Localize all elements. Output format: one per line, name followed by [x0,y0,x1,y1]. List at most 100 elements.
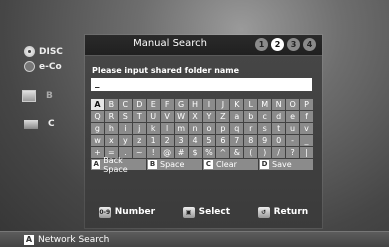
keyboard-key[interactable]: Q [91,111,104,122]
keyboard-key[interactable]: u [286,123,300,134]
save-button[interactable]: D Save [259,159,313,170]
keyboard-key[interactable]: g [91,123,104,134]
keyboard-key[interactable]: I [202,99,216,110]
keyboard-key[interactable]: b [244,111,258,122]
back-space-button[interactable]: A Back Space [91,156,146,174]
keyboard-key[interactable]: S [118,111,132,122]
keyboard-key[interactable]: x [104,135,118,146]
dialog-title: Manual Search [133,38,207,49]
keyboard-key[interactable]: B [104,99,118,110]
keyboard-key[interactable]: v [300,123,313,134]
keyboard-key[interactable]: 3 [174,135,188,146]
keyboard-key[interactable]: $ [188,147,202,158]
clear-button[interactable]: C Clear [203,159,258,170]
keyboard-key[interactable]: y [118,135,132,146]
menu-item-econtents[interactable]: e-Co [24,61,62,72]
keyboard-key[interactable]: V [160,111,174,122]
return-hint[interactable]: ↺ Return [257,206,308,218]
keyboard-key[interactable]: n [188,123,202,134]
keyboard-key[interactable]: 6 [216,135,230,146]
keyboard-key[interactable]: @ [160,147,174,158]
keyboard-key[interactable]: w [91,135,104,146]
keyboard-key[interactable]: E [146,99,160,110]
menu-item-label: e-Co [39,61,62,72]
keyboard-key[interactable]: 4 [188,135,202,146]
keyboard-key[interactable]: 2 [160,135,174,146]
keyboard-key[interactable]: ! [146,147,160,158]
keyboard-key[interactable]: i [118,123,132,134]
globe-icon [24,61,35,72]
keyboard-key[interactable]: G [174,99,188,110]
number-label: Number [114,207,156,217]
step-indicator: 1 2 3 4 [255,38,316,51]
select-hint[interactable]: ▣ Select [182,206,231,218]
keyboard-key[interactable]: ? [286,147,300,158]
menu-item-nas[interactable]: C [24,119,55,129]
keyboard-key[interactable]: z [132,135,146,146]
menu-item-disc[interactable]: DISC [24,46,63,57]
keyboard-key[interactable]: t [272,123,286,134]
keyboard-key[interactable]: L [244,99,258,110]
keyboard-key[interactable]: m [174,123,188,134]
keyboard-key[interactable]: r [244,123,258,134]
keyboard-key[interactable]: j [132,123,146,134]
keyboard-key[interactable]: D [132,99,146,110]
keyboard-key[interactable]: e [286,111,300,122]
keyboard-key[interactable]: F [160,99,174,110]
number-hint[interactable]: 0-9 Number [98,206,156,218]
keyboard-key[interactable]: s [258,123,272,134]
keyboard-key[interactable]: d [272,111,286,122]
keyboard-key[interactable]: & [230,147,244,158]
step-1: 1 [255,38,268,51]
keyboard-key[interactable]: l [160,123,174,134]
keyboard-key[interactable]: h [104,123,118,134]
keyboard-key[interactable]: ) [258,147,272,158]
keyboard-key[interactable]: U [146,111,160,122]
keyboard-key[interactable]: ( [244,147,258,158]
keyboard-key[interactable]: C [118,99,132,110]
keyboard-key[interactable]: | [300,147,313,158]
keyboard-key[interactable]: N [272,99,286,110]
keyboard-key[interactable]: % [202,147,216,158]
step-3: 3 [287,38,300,51]
keyboard-key[interactable]: ^ [216,147,230,158]
keyboard-key[interactable]: H [188,99,202,110]
keyboard-key[interactable]: 9 [258,135,272,146]
network-search-label[interactable]: Network Search [38,235,109,245]
keyboard-key[interactable]: A [91,99,104,110]
keyboard-key[interactable]: X [188,111,202,122]
keyboard-key[interactable]: / [272,147,286,158]
keyboard-key[interactable]: P [300,99,313,110]
keyboard-key[interactable]: Z [216,111,230,122]
keyboard-key[interactable]: c [258,111,272,122]
pc-icon [22,90,36,102]
keyboard-key[interactable]: + [91,147,104,158]
keyboard-key[interactable]: T [132,111,146,122]
folder-name-input[interactable]: _ [91,78,312,91]
keyboard-key[interactable]: f [300,111,313,122]
keyboard-key[interactable]: # [174,147,188,158]
keyboard-key[interactable]: 7 [230,135,244,146]
keyboard-key[interactable]: W [174,111,188,122]
remote-hints-bar: 0-9 Number ▣ Select ↺ Return [85,205,322,219]
keyboard-key[interactable]: M [258,99,272,110]
keyboard-key[interactable]: K [230,99,244,110]
menu-item-pc[interactable]: B [22,90,53,102]
keyboard-key[interactable]: 5 [202,135,216,146]
keyboard-key[interactable]: R [104,111,118,122]
keyboard-key[interactable]: a [230,111,244,122]
keyboard-key[interactable]: p [216,123,230,134]
keyboard-key[interactable]: O [286,99,300,110]
keyboard-key[interactable]: _ [300,135,313,146]
keyboard-key[interactable]: 0 [272,135,286,146]
keyboard-key[interactable]: J [216,99,230,110]
keyboard-key[interactable]: 8 [244,135,258,146]
keyboard-key[interactable]: o [202,123,216,134]
keyboard-key[interactable]: k [146,123,160,134]
space-button[interactable]: B Space [147,159,202,170]
keyboard-key[interactable]: 1 [146,135,160,146]
keyboard-key[interactable]: - [286,135,300,146]
keyboard-key[interactable]: Y [202,111,216,122]
keyboard-key[interactable]: q [230,123,244,134]
select-label: Select [198,207,231,217]
